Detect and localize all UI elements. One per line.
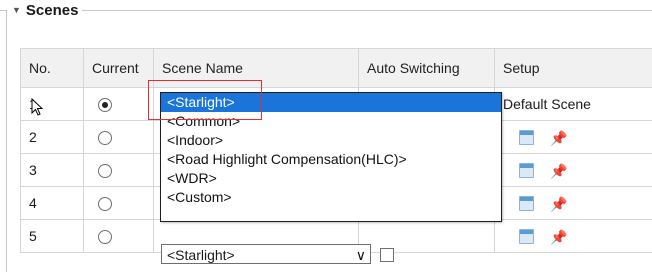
scene-name-select-value: <Starlight> xyxy=(167,247,235,263)
current-cell xyxy=(83,153,154,187)
column-header-no: No. xyxy=(20,48,84,88)
scene-dropdown-list[interactable]: <Starlight> <Common> <Indoor> <Road High… xyxy=(160,92,502,222)
dropdown-option-starlight[interactable]: <Starlight> xyxy=(161,93,501,112)
auto-switching-cell xyxy=(358,219,495,253)
section-divider xyxy=(82,10,652,11)
setup-cell: 📌 xyxy=(494,120,652,154)
dropdown-option-wdr[interactable]: <WDR> xyxy=(161,169,501,188)
current-cell xyxy=(83,87,154,121)
current-radio[interactable] xyxy=(98,164,112,179)
dropdown-option-common[interactable]: <Common> xyxy=(161,112,501,131)
collapse-triangle-icon[interactable]: ▼ xyxy=(12,5,21,15)
setup-cell: 📌 xyxy=(494,219,652,253)
table-header-row: No. Current Scene Name Auto Switching Se… xyxy=(20,48,652,88)
column-header-auto-switching: Auto Switching xyxy=(358,48,495,88)
column-header-scene-name: Scene Name xyxy=(153,48,359,88)
column-header-current: Current xyxy=(83,48,154,88)
dropdown-option-custom[interactable]: <Custom> xyxy=(161,188,501,207)
pushpin-icon[interactable]: 📌 xyxy=(550,197,567,211)
current-radio[interactable] xyxy=(98,131,112,146)
section-title[interactable]: ▼ Scenes xyxy=(10,2,83,19)
row-number: 3 xyxy=(20,153,84,187)
column-header-setup: Setup xyxy=(494,48,652,88)
dropdown-option-indoor[interactable]: <Indoor> xyxy=(161,131,501,150)
current-radio[interactable] xyxy=(98,98,112,113)
scene-name-select[interactable]: <Starlight> ∨ xyxy=(161,244,371,264)
section-title-label: Scenes xyxy=(25,2,79,19)
row-number: 1 xyxy=(20,87,84,121)
calendar-icon[interactable] xyxy=(519,196,534,212)
calendar-icon[interactable] xyxy=(519,163,534,179)
dropdown-option-hlc[interactable]: <Road Highlight Compensation(HLC)> xyxy=(161,150,501,169)
current-radio[interactable] xyxy=(98,230,112,245)
calendar-icon[interactable] xyxy=(519,229,534,245)
setup-cell: 📌 xyxy=(494,186,652,220)
pushpin-icon[interactable]: 📌 xyxy=(550,164,567,178)
fieldset-border xyxy=(6,10,7,272)
current-radio[interactable] xyxy=(98,197,112,212)
auto-switching-checkbox[interactable] xyxy=(380,248,394,262)
setup-cell: 📌 xyxy=(494,153,652,187)
chevron-down-icon[interactable]: ∨ xyxy=(356,245,366,265)
current-cell xyxy=(83,219,154,253)
mouse-cursor-icon xyxy=(31,98,44,116)
row-number: 5 xyxy=(20,219,84,253)
current-cell xyxy=(83,186,154,220)
setup-cell: Default Scene xyxy=(494,87,652,121)
pushpin-icon[interactable]: 📌 xyxy=(550,131,567,145)
current-cell xyxy=(83,120,154,154)
section-header: ▼ Scenes xyxy=(0,0,652,26)
row-number: 2 xyxy=(20,120,84,154)
pushpin-icon[interactable]: 📌 xyxy=(550,230,567,244)
calendar-icon[interactable] xyxy=(519,130,534,146)
row-number: 4 xyxy=(20,186,84,220)
